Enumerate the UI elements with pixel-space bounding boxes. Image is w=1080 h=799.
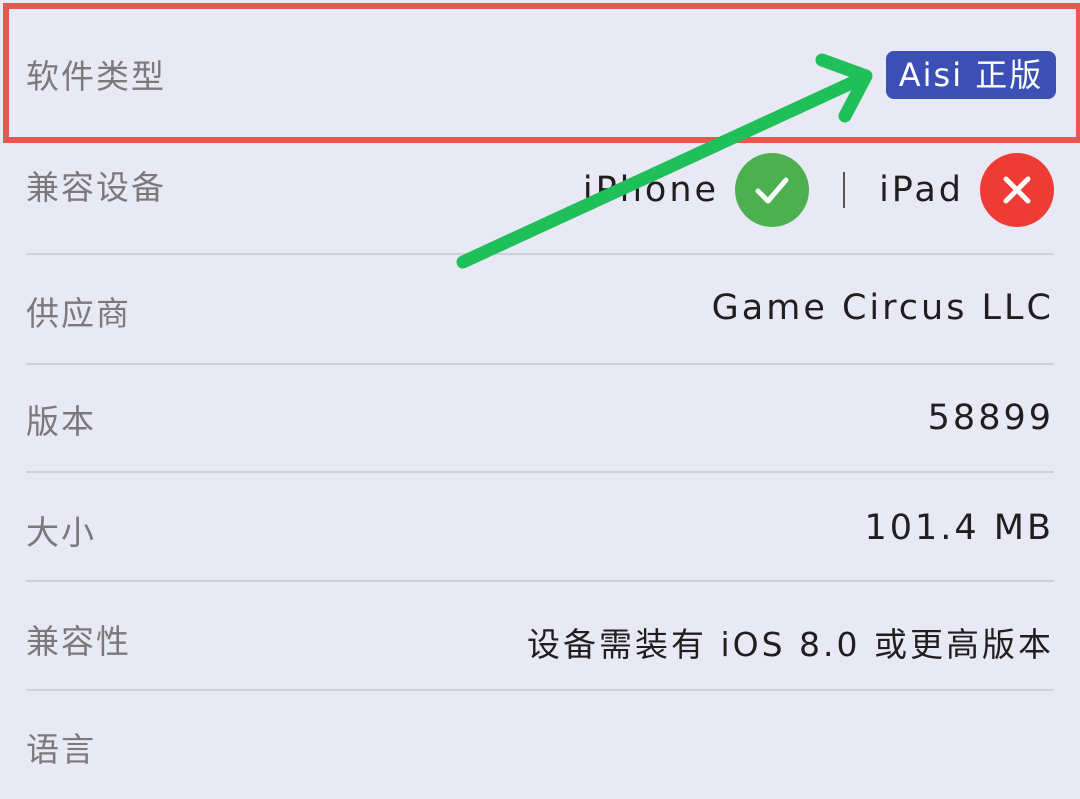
compatibility-value: 设备需装有 iOS 8.0 或更高版本	[526, 625, 1054, 664]
check-icon	[735, 153, 810, 227]
vendor-label: 供应商	[26, 294, 131, 333]
version-label: 版本	[26, 402, 96, 441]
vendor-value: Game Circus LLC	[711, 288, 1054, 328]
highlight-box	[3, 3, 1080, 143]
iphone-label: iPhone	[582, 170, 720, 210]
row-version: 版本 58899	[26, 365, 1054, 473]
device-compat-group: iPhone iPad	[583, 150, 1054, 230]
size-value: 101.4 MB	[864, 508, 1054, 548]
row-language: 语言	[26, 691, 1054, 799]
row-vendor: 供应商 Game Circus LLC	[26, 255, 1054, 363]
ipad-label: iPad	[879, 170, 964, 210]
language-label: 语言	[26, 730, 96, 769]
compatible-devices-label: 兼容设备	[26, 168, 166, 207]
size-label: 大小	[26, 513, 96, 552]
cross-icon	[980, 153, 1054, 227]
version-value: 58899	[927, 398, 1054, 438]
row-size: 大小 101.4 MB	[26, 473, 1054, 581]
compatibility-label: 兼容性	[26, 622, 131, 661]
row-compatibility: 兼容性 设备需装有 iOS 8.0 或更高版本	[26, 582, 1054, 690]
device-separator	[843, 172, 846, 208]
